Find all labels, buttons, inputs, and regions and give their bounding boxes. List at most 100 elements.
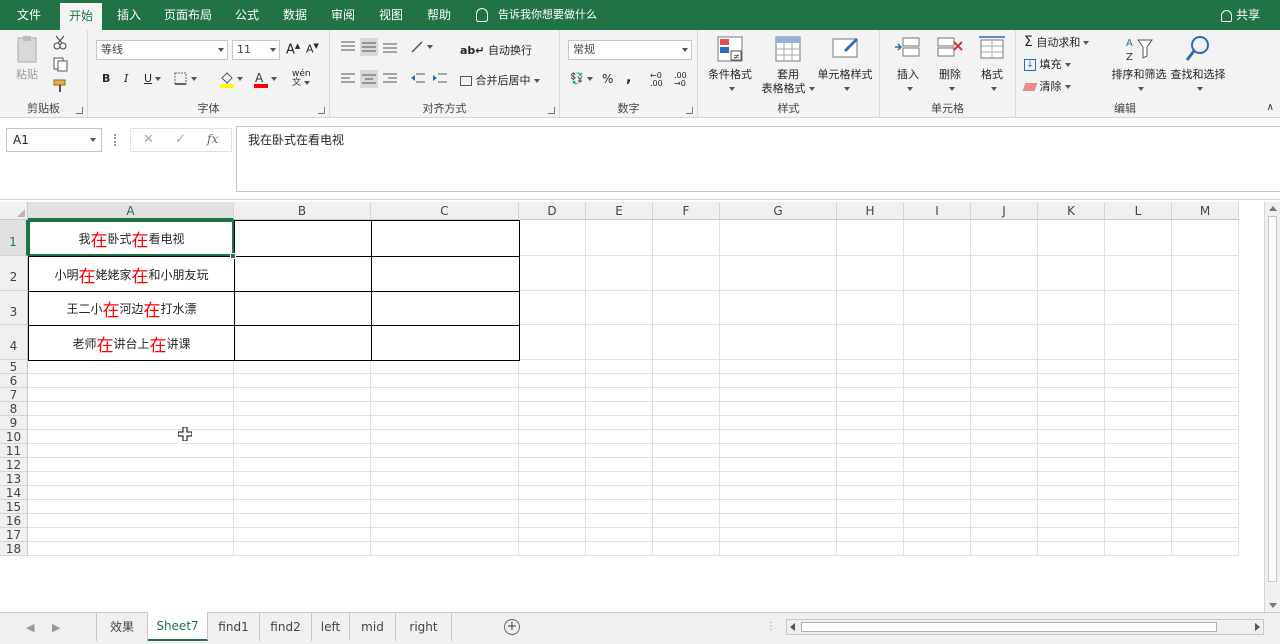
- row-header-1[interactable]: 1: [0, 220, 28, 256]
- cancel-icon[interactable]: ✕: [143, 132, 154, 147]
- cell-A3[interactable]: 王二小在河边在打水漂: [28, 291, 235, 326]
- sheet-tab-right[interactable]: right: [396, 613, 452, 641]
- percent-icon[interactable]: %: [602, 72, 613, 86]
- clipboard-launcher[interactable]: [76, 107, 83, 114]
- cell-C3[interactable]: [371, 291, 520, 326]
- align-center-icon[interactable]: [360, 70, 378, 88]
- borders-icon[interactable]: [174, 72, 200, 86]
- format-painter-icon[interactable]: [52, 78, 68, 94]
- scroll-right-icon[interactable]: [1255, 623, 1260, 631]
- number-launcher[interactable]: [686, 107, 693, 114]
- delete-cells-button[interactable]: 删除: [928, 34, 972, 96]
- tab-view[interactable]: 视图: [372, 0, 410, 30]
- collapse-ribbon-icon[interactable]: ∧: [1267, 102, 1274, 113]
- scroll-up-icon[interactable]: [1269, 206, 1277, 211]
- tab-help[interactable]: 帮助: [420, 0, 458, 30]
- paste-button[interactable]: 粘贴: [10, 34, 44, 82]
- phonetic-icon[interactable]: wén 文: [292, 70, 311, 88]
- sort-filter-button[interactable]: AZ 排序和筛选: [1106, 34, 1172, 96]
- increase-decimal-icon[interactable]: ←0.00: [650, 72, 663, 88]
- sheet-tab-left[interactable]: left: [312, 613, 350, 641]
- tab-insert[interactable]: 插入: [110, 0, 148, 30]
- font-launcher[interactable]: [318, 107, 325, 114]
- cut-icon[interactable]: [52, 34, 68, 50]
- autosum-button[interactable]: Σ 自动求和: [1024, 34, 1090, 50]
- tab-review[interactable]: 审阅: [324, 0, 362, 30]
- column-header-A[interactable]: A: [28, 202, 234, 220]
- row-header-17[interactable]: 17: [0, 528, 28, 542]
- row-header-14[interactable]: 14: [0, 486, 28, 500]
- row-header-10[interactable]: 10: [0, 430, 28, 444]
- worksheet-grid[interactable]: ABCDEFGHIJKLM 1 2 3 4 5 6 7 8 9 10 11 12 13 14 15 16 17 1…: [0, 202, 1264, 612]
- row-header-15[interactable]: 15: [0, 500, 28, 514]
- align-left-icon[interactable]: [340, 72, 356, 86]
- cell-A4[interactable]: 老师在讲台上在讲课: [28, 325, 235, 361]
- sheet-tab-find2[interactable]: find2: [260, 613, 312, 641]
- row-header-11[interactable]: 11: [0, 444, 28, 458]
- next-sheet-icon[interactable]: ▶: [52, 621, 60, 634]
- wrap-text-button[interactable]: ab↵ 自动换行: [460, 42, 532, 58]
- cell-B3[interactable]: [234, 291, 372, 326]
- row-header-13[interactable]: 13: [0, 472, 28, 486]
- cell-B2[interactable]: [234, 256, 372, 292]
- align-top-icon[interactable]: [340, 40, 356, 54]
- bold-icon[interactable]: B: [102, 72, 110, 85]
- merge-center-button[interactable]: 合并后居中: [460, 72, 540, 88]
- horizontal-scroll-thumb[interactable]: [801, 622, 1217, 632]
- comma-icon[interactable]: ,: [626, 70, 631, 86]
- row-header-18[interactable]: 18: [0, 542, 28, 556]
- row-header-5[interactable]: 5: [0, 360, 28, 374]
- row-header-8[interactable]: 8: [0, 402, 28, 416]
- decrease-decimal-icon[interactable]: .00 →0: [674, 72, 687, 88]
- cell-C2[interactable]: [371, 256, 520, 292]
- column-header-J[interactable]: J: [971, 202, 1038, 220]
- row-header-2[interactable]: 2: [0, 256, 28, 291]
- align-bottom-icon[interactable]: [382, 40, 398, 54]
- decrease-indent-icon[interactable]: [410, 72, 426, 86]
- orientation-icon[interactable]: [410, 40, 436, 54]
- cell-C1[interactable]: [371, 220, 520, 257]
- cell-B1[interactable]: [234, 220, 372, 257]
- enter-icon[interactable]: ✓: [175, 132, 186, 147]
- tab-formulas[interactable]: 公式: [228, 0, 266, 30]
- vertical-scrollbar[interactable]: [1264, 202, 1280, 612]
- increase-font-icon[interactable]: A▲: [286, 42, 300, 57]
- column-header-E[interactable]: E: [586, 202, 653, 220]
- align-right-icon[interactable]: [382, 72, 398, 86]
- sheet-tab-效果[interactable]: 效果: [96, 613, 148, 641]
- align-middle-icon[interactable]: [360, 38, 378, 56]
- column-header-H[interactable]: H: [837, 202, 904, 220]
- font-size-select[interactable]: 11: [232, 40, 280, 60]
- clear-button[interactable]: 清除: [1022, 78, 1071, 94]
- row-header-9[interactable]: 9: [0, 416, 28, 430]
- fill-handle[interactable]: [230, 253, 236, 259]
- insert-function-icon[interactable]: fx: [207, 132, 218, 146]
- row-header-3[interactable]: 3: [0, 291, 28, 325]
- tab-file[interactable]: 文件: [6, 0, 52, 30]
- sheet-tab-find1[interactable]: find1: [208, 613, 260, 641]
- cell-A1[interactable]: 我在卧式在看电视: [28, 220, 235, 257]
- tab-page-layout[interactable]: 页面布局: [158, 0, 218, 30]
- name-box[interactable]: A1: [6, 128, 102, 152]
- underline-icon[interactable]: U: [144, 72, 162, 85]
- sheet-tab-sheet7[interactable]: Sheet7: [148, 612, 208, 641]
- vertical-scroll-thumb[interactable]: [1268, 216, 1277, 582]
- column-header-K[interactable]: K: [1038, 202, 1105, 220]
- column-header-L[interactable]: L: [1105, 202, 1172, 220]
- cell-A2[interactable]: 小明在姥姥家在和小朋友玩: [28, 256, 235, 292]
- row-header-12[interactable]: 12: [0, 458, 28, 472]
- share-button[interactable]: 共享: [1220, 0, 1260, 30]
- column-header-D[interactable]: D: [519, 202, 586, 220]
- scroll-left-icon[interactable]: [790, 623, 795, 631]
- fill-button[interactable]: ↓ 填充: [1024, 56, 1071, 72]
- increase-indent-icon[interactable]: [432, 72, 448, 86]
- add-sheet-icon[interactable]: +: [504, 619, 520, 635]
- decrease-font-icon[interactable]: A▼: [306, 42, 319, 56]
- find-select-button[interactable]: 查找和选择: [1168, 34, 1228, 96]
- column-header-I[interactable]: I: [904, 202, 971, 220]
- fill-color-icon[interactable]: [218, 70, 246, 88]
- format-as-table-button[interactable]: 套用 表格格式: [756, 34, 820, 96]
- tell-me-box[interactable]: 告诉我你想要做什么: [476, 0, 597, 30]
- copy-icon[interactable]: [52, 56, 68, 72]
- conditional-format-button[interactable]: ≠ 条件格式: [702, 34, 758, 96]
